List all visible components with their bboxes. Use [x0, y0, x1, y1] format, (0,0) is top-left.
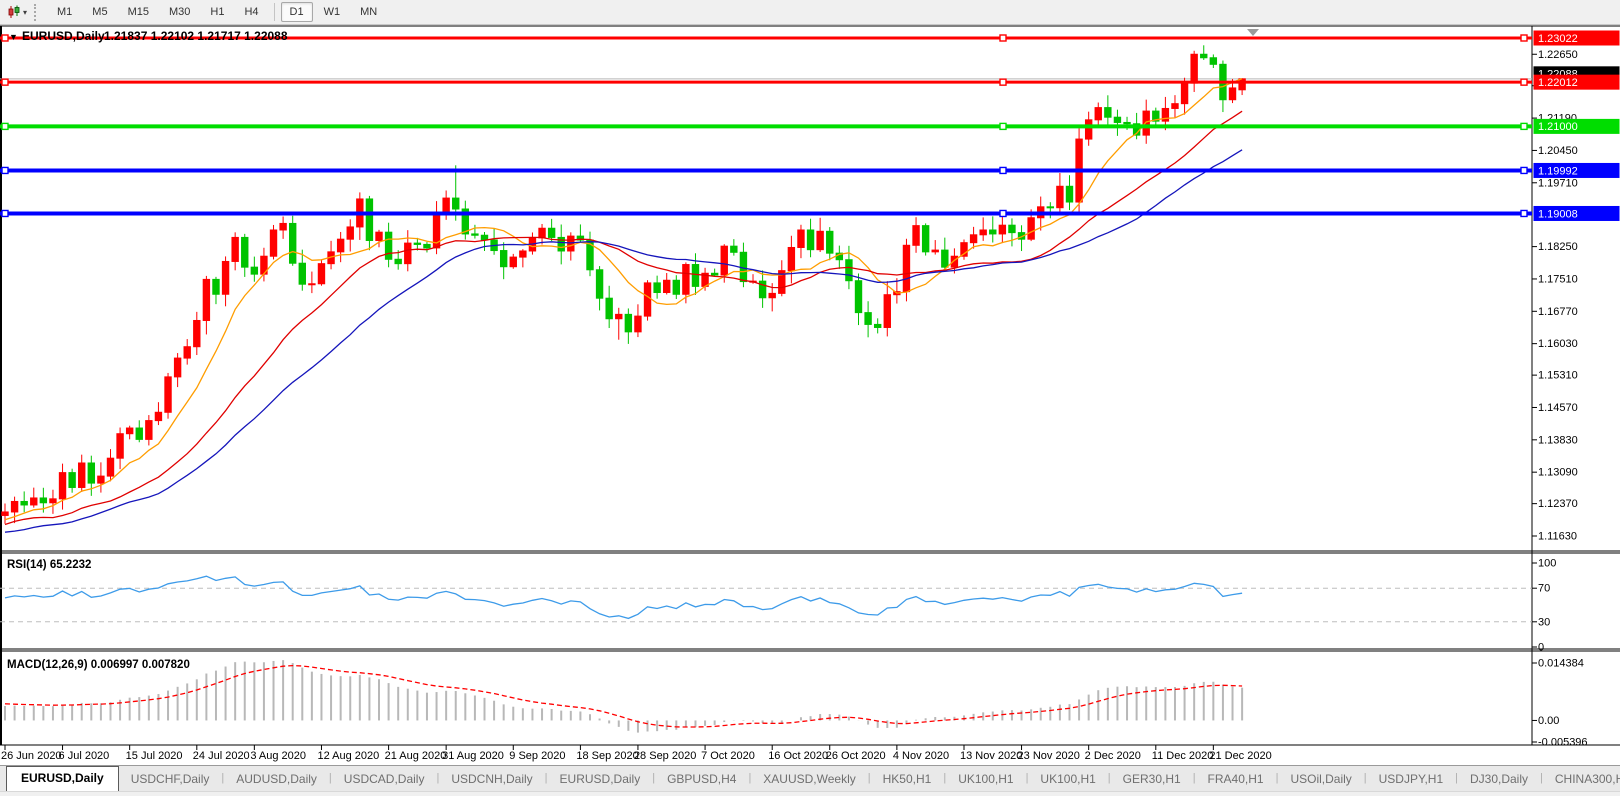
svg-text:1.16770: 1.16770: [1538, 306, 1578, 318]
tab-usdcad-daily[interactable]: USDCAD,Daily: [332, 768, 437, 791]
svg-text:1.18250: 1.18250: [1538, 241, 1578, 253]
status-bar: [0, 791, 1620, 796]
svg-text:28 Sep 2020: 28 Sep 2020: [634, 750, 696, 762]
tab-uk100-h1[interactable]: UK100,H1: [946, 768, 1025, 791]
svg-text:4 Nov 2020: 4 Nov 2020: [893, 750, 949, 762]
svg-text:6 Jul 2020: 6 Jul 2020: [59, 750, 110, 762]
svg-text:1.21000: 1.21000: [1538, 121, 1578, 133]
svg-text:1.19008: 1.19008: [1538, 208, 1578, 220]
svg-text:70: 70: [1538, 583, 1550, 595]
svg-text:1.19992: 1.19992: [1538, 165, 1578, 177]
svg-text:7 Oct 2020: 7 Oct 2020: [701, 750, 755, 762]
svg-text:11 Dec 2020: 11 Dec 2020: [1152, 750, 1214, 762]
tab-xauusd-weekly[interactable]: XAUUSD,Weekly: [751, 768, 867, 791]
line-handle[interactable]: [1521, 167, 1527, 173]
tab-usoil-daily[interactable]: USOil,Daily: [1278, 768, 1363, 791]
tab-dj30-daily[interactable]: DJ30,Daily: [1458, 768, 1540, 791]
svg-text:1.17510: 1.17510: [1538, 273, 1578, 285]
chart-tabs: EURUSD,DailyUSDCHF,Daily|AUDUSD,Daily|US…: [0, 766, 1620, 791]
svg-text:1.13830: 1.13830: [1538, 434, 1578, 446]
tab-gbpusd-h4[interactable]: GBPUSD,H4: [655, 768, 748, 791]
chart-ohlc-values: 1.21837 1.22102 1.21717 1.22088: [104, 29, 288, 43]
svg-text:1.12370: 1.12370: [1538, 498, 1578, 510]
svg-text:23 Nov 2020: 23 Nov 2020: [1018, 750, 1080, 762]
line-handle[interactable]: [2, 35, 8, 41]
svg-text:1.22012: 1.22012: [1538, 77, 1578, 89]
svg-text:1.23022: 1.23022: [1538, 33, 1578, 45]
svg-text:12 Aug 2020: 12 Aug 2020: [317, 750, 379, 762]
tab-usdcnh-daily[interactable]: USDCNH,Daily: [439, 768, 544, 791]
svg-text:9 Sep 2020: 9 Sep 2020: [509, 750, 565, 762]
svg-text:0: 0: [1538, 642, 1544, 654]
svg-text:15 Jul 2020: 15 Jul 2020: [126, 750, 183, 762]
tab-usdjpy-h1[interactable]: USDJPY,H1: [1367, 768, 1455, 791]
tab-ger30-h1[interactable]: GER30,H1: [1111, 768, 1193, 791]
svg-text:0.014384: 0.014384: [1538, 658, 1584, 670]
svg-text:13 Nov 2020: 13 Nov 2020: [960, 750, 1022, 762]
tab-eurusd-daily[interactable]: EURUSD,Daily: [6, 766, 119, 791]
line-handle[interactable]: [1521, 123, 1527, 129]
svg-text:21 Aug 2020: 21 Aug 2020: [385, 750, 447, 762]
svg-text:100: 100: [1538, 558, 1556, 570]
svg-text:1.16030: 1.16030: [1538, 338, 1578, 350]
svg-text:24 Jul 2020: 24 Jul 2020: [193, 750, 250, 762]
svg-text:30: 30: [1538, 616, 1550, 628]
svg-text:18 Sep 2020: 18 Sep 2020: [576, 750, 638, 762]
svg-text:26 Jun 2020: 26 Jun 2020: [1, 750, 62, 762]
svg-text:1.13090: 1.13090: [1538, 467, 1578, 479]
chart-frame: [0, 26, 1620, 745]
chart-title: EURUSD,Daily: [22, 29, 105, 43]
rsi-label: RSI(14) 65.2232: [7, 559, 91, 571]
svg-text:2 Dec 2020: 2 Dec 2020: [1085, 750, 1141, 762]
svg-text:1.14570: 1.14570: [1538, 402, 1578, 414]
svg-text:3 Aug 2020: 3 Aug 2020: [250, 750, 306, 762]
chart-tab-bar: EURUSD,DailyUSDCHF,Daily|AUDUSD,Daily|US…: [0, 765, 1620, 791]
tab-hk50-h1[interactable]: HK50,H1: [871, 768, 944, 791]
line-handle[interactable]: [1521, 210, 1527, 216]
tab-usdchf-daily[interactable]: USDCHF,Daily: [119, 768, 222, 791]
svg-text:1.19710: 1.19710: [1538, 177, 1578, 189]
date-axis: 26 Jun 20206 Jul 2020 15 Jul 2020 24 Jul 2…: [1, 745, 1272, 762]
line-handle[interactable]: [2, 210, 8, 216]
tab-eurusd-daily[interactable]: EURUSD,Daily: [548, 768, 653, 791]
line-handle[interactable]: [1521, 35, 1527, 41]
line-handle[interactable]: [2, 79, 8, 85]
line-handle[interactable]: [1521, 79, 1527, 85]
tab-uk100-h1[interactable]: UK100,H1: [1028, 768, 1107, 791]
line-handle[interactable]: [2, 167, 8, 173]
line-handle[interactable]: [1000, 167, 1006, 173]
svg-text:1.20450: 1.20450: [1538, 145, 1578, 157]
line-handle[interactable]: [2, 123, 8, 129]
chart-menu-arrow-icon[interactable]: ▼: [9, 32, 18, 42]
svg-text:1.22650: 1.22650: [1538, 49, 1578, 61]
svg-text:21 Dec 2020: 21 Dec 2020: [1209, 750, 1271, 762]
tab-china300-h1[interactable]: CHINA300,H1: [1543, 768, 1620, 791]
line-handle[interactable]: [1000, 35, 1006, 41]
macd-label: MACD(12,26,9) 0.006997 0.007820: [7, 659, 190, 671]
line-handle[interactable]: [1000, 210, 1006, 216]
tab-audusd-daily[interactable]: AUDUSD,Daily: [224, 768, 329, 791]
tab-fra40-h1[interactable]: FRA40,H1: [1196, 768, 1276, 791]
line-handle[interactable]: [1000, 79, 1006, 85]
svg-text:0.00: 0.00: [1538, 715, 1559, 727]
svg-text:1.15310: 1.15310: [1538, 370, 1578, 382]
svg-text:16 Oct 2020: 16 Oct 2020: [768, 750, 828, 762]
svg-text:31 Aug 2020: 31 Aug 2020: [442, 750, 504, 762]
svg-text:-0.005396: -0.005396: [1538, 737, 1588, 749]
line-handle[interactable]: [1000, 123, 1006, 129]
svg-text:26 Oct 2020: 26 Oct 2020: [826, 750, 886, 762]
chart-canvas: 100 70 30 0 0.014384 0.00 -0.005396 1.22650 1.…: [0, 0, 1620, 765]
svg-text:1.11630: 1.11630: [1538, 531, 1577, 543]
